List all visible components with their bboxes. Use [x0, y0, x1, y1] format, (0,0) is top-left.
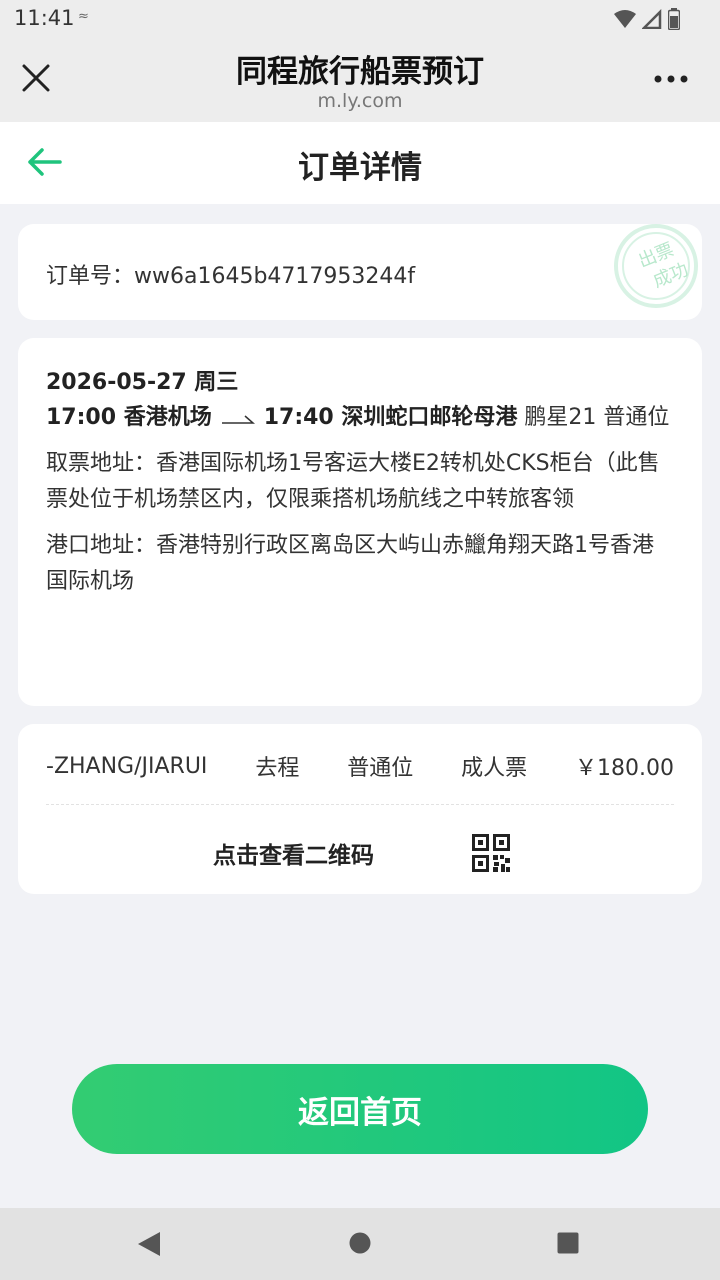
qr-code-icon [472, 834, 510, 872]
trip-date: 2026-05-27 周三 [46, 370, 239, 395]
arrive-time-place: 17:40 深圳蛇口邮轮母港 [263, 405, 518, 430]
depart-time-place: 17:00 香港机场 [46, 405, 212, 430]
seat-class: 普通位 [347, 756, 414, 781]
page-header: 订单详情 [0, 122, 720, 204]
page-title: 订单详情 [298, 150, 422, 186]
passenger-card: -ZHANG/JIARUI 去程 普通位 成人票 ￥180.00 点击查看二维码 [18, 724, 702, 894]
vessel-class: 鹏星21 普通位 [524, 405, 670, 430]
nav-home-icon[interactable] [349, 1232, 371, 1254]
port-address: 港口地址：香港特别行政区离岛区大屿山赤鱲角翔天路1号香港国际机场 [46, 533, 654, 594]
return-home-button[interactable]: 返回首页 [72, 1064, 648, 1154]
route-arrow-icon [221, 415, 255, 424]
battery-icon [668, 8, 680, 30]
status-time: 11:41 [14, 6, 75, 30]
order-number-card: 订单号：ww6a1645b4717953244f 出票 成功 [18, 224, 702, 320]
passenger-name: -ZHANG/JIARUI [46, 753, 208, 779]
webview-domain: m.ly.com [317, 90, 403, 112]
more-icon[interactable] [654, 74, 688, 84]
ticket-type: 成人票 [461, 756, 528, 781]
order-number: 订单号：ww6a1645b4717953244f [46, 264, 416, 289]
trip-route: 17:00 香港机场 17:40 深圳蛇口邮轮母港 鹏星21 普通位 [46, 400, 674, 436]
view-qr-code-button[interactable]: 点击查看二维码 [18, 828, 702, 876]
nav-recents-icon[interactable] [557, 1232, 579, 1254]
passenger-row: -ZHANG/JIARUI 去程 普通位 成人票 ￥180.00 [46, 746, 674, 786]
qr-code-label: 点击查看二维码 [213, 843, 374, 869]
signal-icon [642, 9, 662, 29]
webview-title: 同程旅行船票预订 [236, 54, 484, 90]
pickup-address: 取票地址：香港国际机场1号客运大楼E2转机处CKS柜台（此售票处位于机场禁区内，… [46, 451, 660, 512]
status-icons [614, 8, 680, 30]
trip-direction: 去程 [255, 756, 300, 781]
status-bar: 11:41 ≈ [0, 0, 720, 38]
ticket-issued-stamp: 出票 成功 [614, 224, 698, 308]
system-nav-bar [0, 1208, 720, 1280]
webview-titlebar: 同程旅行船票预订 m.ly.com [0, 38, 720, 122]
divider [46, 804, 674, 805]
trip-detail-card: 2026-05-27 周三 17:00 香港机场 17:40 深圳蛇口邮轮母港 … [18, 338, 702, 706]
wifi-icon [614, 10, 636, 28]
notification-icon: ≈ [78, 9, 89, 24]
nav-back-icon[interactable] [136, 1230, 162, 1258]
ticket-price: ￥180.00 [574, 756, 674, 781]
